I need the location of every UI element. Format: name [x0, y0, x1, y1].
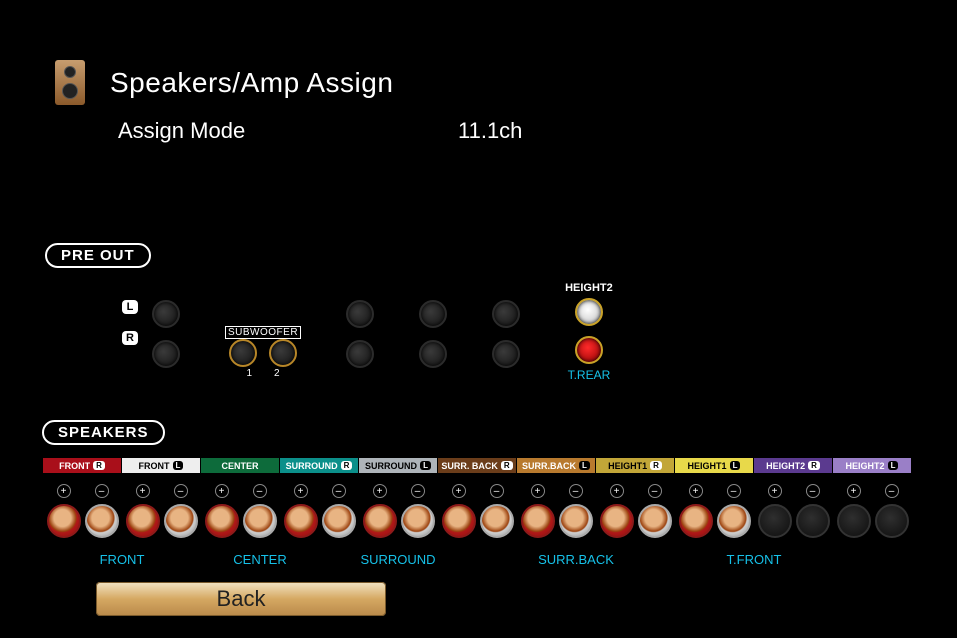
- sub-1: 1: [246, 368, 252, 379]
- left-channel-badge: L: [122, 300, 138, 314]
- terminal-label: FRONTL: [122, 458, 201, 473]
- sub-2: 2: [274, 368, 280, 379]
- assignment-label: FRONT: [43, 552, 201, 567]
- binding-posts: [442, 504, 514, 538]
- binding-posts: [126, 504, 198, 538]
- terminal-label: HEIGHT1L: [675, 458, 754, 473]
- page-title: Speakers/Amp Assign: [110, 67, 393, 99]
- terminal-cell: HEIGHT2R +–: [754, 458, 833, 538]
- terminal-label: SURROUNDL: [359, 458, 438, 473]
- polarity-row: +–: [294, 484, 346, 498]
- preout-subwoofer: SUBWOOFER 1 2: [225, 300, 301, 379]
- speakers-section-title: SPEAKERS: [42, 420, 165, 445]
- polarity-row: +–: [57, 484, 109, 498]
- polarity-row: +–: [689, 484, 741, 498]
- terminal-label: HEIGHT2L: [833, 458, 912, 473]
- polarity-row: +–: [610, 484, 662, 498]
- binding-posts: [521, 504, 593, 538]
- polarity-row: +–: [768, 484, 820, 498]
- subwoofer-label: SUBWOOFER: [225, 326, 301, 339]
- binding-posts: [837, 504, 909, 538]
- polarity-row: +–: [847, 484, 899, 498]
- polarity-row: +–: [531, 484, 583, 498]
- terminal-label: FRONTR: [43, 458, 122, 473]
- terminal-label: SURROUNDR: [280, 458, 359, 473]
- preout-front: [152, 300, 180, 368]
- right-channel-badge: R: [122, 331, 138, 345]
- speaker-icon: [55, 60, 85, 105]
- binding-posts: [47, 504, 119, 538]
- terminal-cell: CENTER +–: [201, 458, 280, 538]
- terminal-cell: SURR. BACKR +–: [438, 458, 517, 538]
- terminal-label: CENTER: [201, 458, 280, 473]
- binding-posts: [600, 504, 672, 538]
- assign-mode-label: Assign Mode: [118, 118, 458, 144]
- preout-height2: HEIGHT2 T.REAR: [565, 282, 613, 382]
- terminal-cell: HEIGHT1L +–: [675, 458, 754, 538]
- binding-posts: [679, 504, 751, 538]
- polarity-row: +–: [373, 484, 425, 498]
- preout-col-5: [492, 300, 520, 368]
- terminal-label: SURR.BACKL: [517, 458, 596, 473]
- terminal-label: SURR. BACKR: [438, 458, 517, 473]
- assignment-label: T.FRONT: [675, 552, 833, 567]
- assignment-label: SURR.BACK: [477, 552, 675, 567]
- terminal-cell: HEIGHT1R +–: [596, 458, 675, 538]
- terminal-cell: FRONTR +–: [43, 458, 122, 538]
- binding-posts: [284, 504, 356, 538]
- polarity-row: +–: [136, 484, 188, 498]
- assign-mode-value: 11.1ch: [458, 118, 522, 144]
- back-button[interactable]: Back: [96, 582, 386, 616]
- height2-label: HEIGHT2: [565, 282, 613, 294]
- preout-row: SUBWOOFER 12 HEIGHT2 T.REAR: [152, 300, 613, 382]
- speaker-assignment-labels: FRONTCENTERSURROUNDSURR.BACKT.FRONT: [43, 552, 833, 567]
- assignment-label: SURROUND: [319, 552, 477, 567]
- terminal-strip: FRONTR+–FRONTL+–CENTER+–SURROUNDR+–SURRO…: [43, 458, 912, 538]
- terminal-cell: SURR.BACKL +–: [517, 458, 596, 538]
- preout-col-4: [419, 300, 447, 368]
- terminal-label: HEIGHT1R: [596, 458, 675, 473]
- preout-section-title: PRE OUT: [45, 243, 151, 268]
- binding-posts: [758, 504, 830, 538]
- lr-labels: L R: [122, 300, 138, 345]
- assignment-label: CENTER: [201, 552, 319, 567]
- binding-posts: [205, 504, 277, 538]
- assign-mode-row[interactable]: Assign Mode 11.1ch: [118, 118, 522, 144]
- terminal-cell: SURROUNDL +–: [359, 458, 438, 538]
- terminal-cell: SURROUNDR +–: [280, 458, 359, 538]
- preout-col-3: [346, 300, 374, 368]
- trear-label: T.REAR: [568, 368, 611, 382]
- polarity-row: +–: [215, 484, 267, 498]
- polarity-row: +–: [452, 484, 504, 498]
- terminal-label: HEIGHT2R: [754, 458, 833, 473]
- binding-posts: [363, 504, 435, 538]
- terminal-cell: FRONTL +–: [122, 458, 201, 538]
- terminal-cell: HEIGHT2L +–: [833, 458, 912, 538]
